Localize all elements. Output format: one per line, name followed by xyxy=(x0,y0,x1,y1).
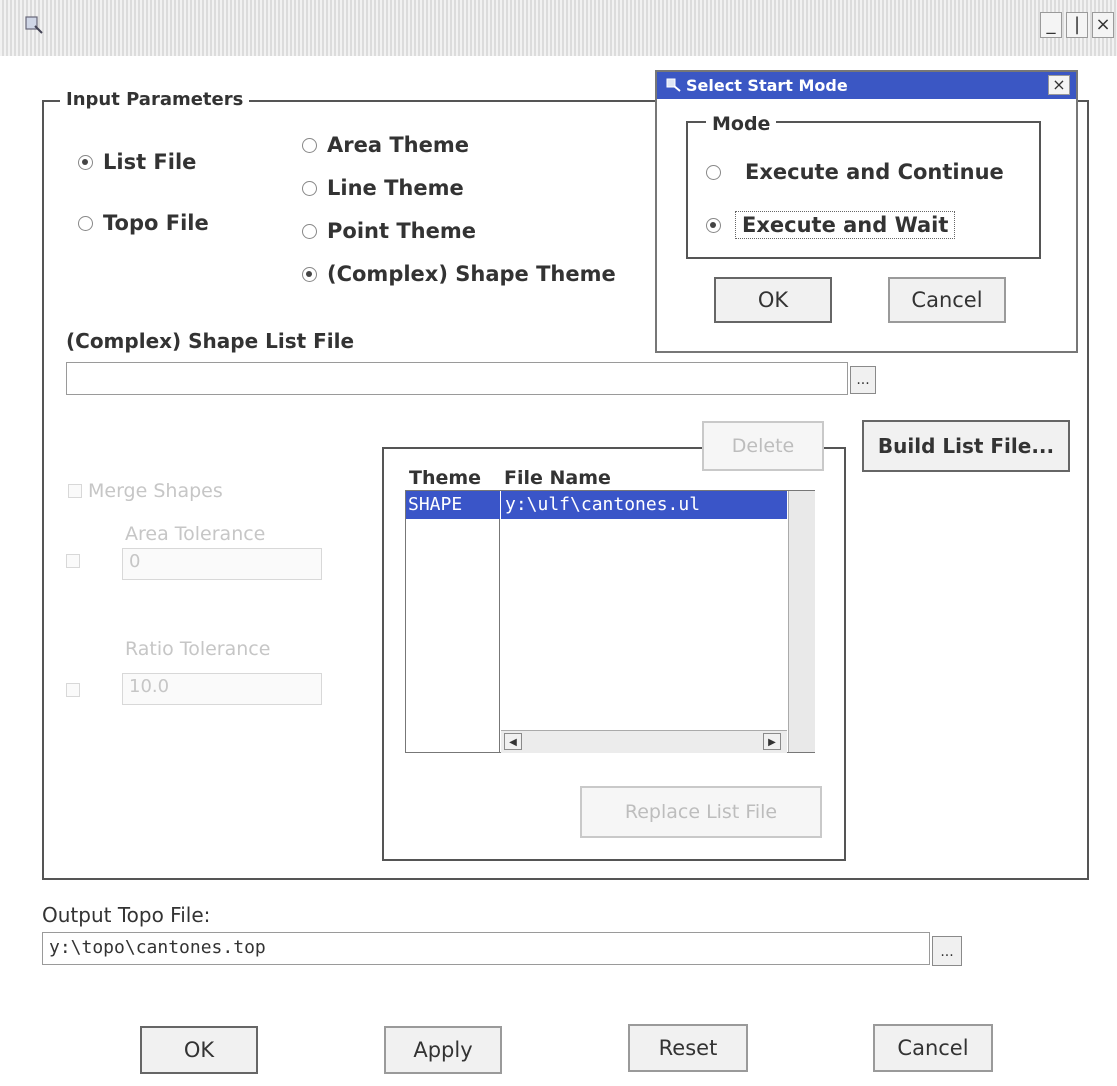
mode-legend: Mode xyxy=(706,113,777,135)
output-topo-file-label: Output Topo File: xyxy=(42,903,211,927)
ok-button[interactable]: OK xyxy=(140,1026,258,1074)
file-name-column-header: File Name xyxy=(504,467,611,489)
radio-indicator xyxy=(302,266,317,282)
dialog-app-icon xyxy=(666,78,681,92)
radio-indicator xyxy=(706,164,721,180)
complex-shape-theme-radio[interactable]: (Complex) Shape Theme xyxy=(302,262,616,286)
area-theme-radio[interactable]: Area Theme xyxy=(302,133,469,157)
list-file-input[interactable] xyxy=(66,362,848,395)
radio-indicator xyxy=(302,137,317,153)
reset-button[interactable]: Reset xyxy=(628,1024,748,1072)
title-bar xyxy=(0,0,1117,56)
maximize-button[interactable]: | xyxy=(1066,12,1088,38)
build-list-file-button[interactable]: Build List File... xyxy=(862,420,1070,472)
app-icon xyxy=(25,16,43,34)
input-parameters-legend: Input Parameters xyxy=(60,89,250,110)
radio-indicator xyxy=(302,180,317,196)
cancel-button[interactable]: Cancel xyxy=(873,1024,993,1072)
theme-column-header: Theme xyxy=(409,467,482,489)
point-theme-label: Point Theme xyxy=(327,219,476,243)
close-button[interactable]: × xyxy=(1092,12,1114,38)
topo-file-radio[interactable]: Topo File xyxy=(78,211,209,235)
output-topo-file-input[interactable]: y:\topo\cantones.top xyxy=(42,932,930,965)
table-row-file-cell[interactable]: y:\ulf\cantones.ul xyxy=(501,491,787,519)
output-browse-button[interactable]: ... xyxy=(932,936,962,966)
file-table[interactable] xyxy=(405,490,815,753)
radio-indicator xyxy=(302,223,317,239)
point-theme-radio[interactable]: Point Theme xyxy=(302,219,476,243)
ratio-tolerance-label: Ratio Tolerance xyxy=(125,638,271,660)
apply-button[interactable]: Apply xyxy=(384,1026,502,1074)
minimize-button[interactable]: _ xyxy=(1040,12,1062,38)
dialog-ok-button[interactable]: OK xyxy=(714,277,832,323)
execute-and-wait-radio[interactable]: Execute and Wait xyxy=(706,211,956,239)
delete-button[interactable]: Delete xyxy=(702,421,824,471)
line-theme-radio[interactable]: Line Theme xyxy=(302,176,464,200)
merge-shapes-label: Merge Shapes xyxy=(88,480,223,502)
list-file-field-label: (Complex) Shape List File xyxy=(66,329,355,353)
ratio-tolerance-checkbox[interactable] xyxy=(66,683,80,697)
area-tolerance-checkbox[interactable] xyxy=(66,554,80,568)
column-divider xyxy=(499,490,500,753)
radio-indicator xyxy=(78,154,93,170)
radio-indicator xyxy=(78,215,93,231)
scroll-right-button[interactable]: ▶ xyxy=(763,733,781,750)
ratio-tolerance-input[interactable]: 10.0 xyxy=(122,673,322,705)
replace-list-file-button[interactable]: Replace List File xyxy=(580,786,822,838)
complex-shape-theme-label: (Complex) Shape Theme xyxy=(327,262,616,286)
execute-and-continue-radio[interactable]: Execute and Continue xyxy=(706,160,1004,184)
area-theme-label: Area Theme xyxy=(327,133,469,157)
checkbox-box xyxy=(68,484,82,498)
scroll-left-button[interactable]: ◀ xyxy=(504,733,522,750)
line-theme-label: Line Theme xyxy=(327,176,464,200)
list-file-label: List File xyxy=(103,150,197,174)
execute-and-continue-label: Execute and Continue xyxy=(745,160,1004,184)
topo-file-label: Topo File xyxy=(103,211,209,235)
dialog-cancel-button[interactable]: Cancel xyxy=(888,277,1006,323)
dialog-title: Select Start Mode xyxy=(686,76,848,95)
area-tolerance-input[interactable]: 0 xyxy=(122,548,322,580)
list-file-radio[interactable]: List File xyxy=(78,150,196,174)
radio-indicator xyxy=(706,217,721,233)
dialog-close-button[interactable]: × xyxy=(1048,75,1070,95)
table-row-theme-cell[interactable]: SHAPE xyxy=(406,491,500,519)
area-tolerance-label: Area Tolerance xyxy=(125,523,266,545)
horizontal-scrollbar[interactable] xyxy=(501,730,787,753)
vertical-scrollbar[interactable] xyxy=(788,491,815,752)
execute-and-wait-label: Execute and Wait xyxy=(735,211,956,239)
merge-shapes-checkbox[interactable]: Merge Shapes xyxy=(68,480,223,502)
list-file-browse-button[interactable]: ... xyxy=(850,366,876,394)
